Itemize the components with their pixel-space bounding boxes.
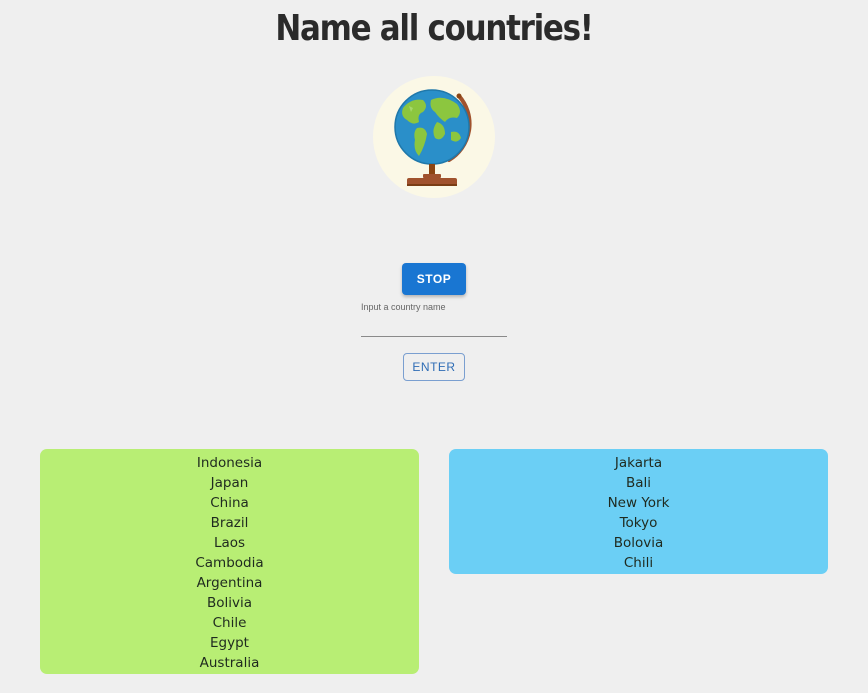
list-item: Brazil xyxy=(210,515,249,531)
list-item: Laos xyxy=(213,535,246,551)
globe-illustration xyxy=(373,76,495,198)
list-item: China xyxy=(210,495,249,511)
list-item: Jakarta xyxy=(614,455,663,471)
list-item: Australia xyxy=(199,655,260,671)
stop-button[interactable]: STOP xyxy=(402,263,466,295)
list-item: Chili xyxy=(623,555,654,571)
list-item: Bolovia xyxy=(613,535,664,551)
list-item: Argentina xyxy=(196,575,263,591)
correct-countries-list: Indonesia Japan China Brazil Laos Cambodia Arg… xyxy=(40,449,419,674)
country-input[interactable] xyxy=(361,316,507,337)
incorrect-answers-list: Jakarta Bali New York Tokyo Bolovia Chili xyxy=(449,449,828,574)
country-input-label: Input a country name xyxy=(361,302,446,312)
page-title: Name all countries! xyxy=(275,8,593,49)
list-item: Chile xyxy=(212,615,247,631)
globe-icon xyxy=(394,89,472,186)
enter-button[interactable]: ENTER xyxy=(403,353,465,381)
list-item: Tokyo xyxy=(619,515,658,531)
list-item: New York xyxy=(607,495,670,511)
list-item: Indonesia xyxy=(196,455,263,471)
list-item: Japan xyxy=(210,475,249,491)
list-item: Bali xyxy=(625,475,652,491)
list-item: Egypt xyxy=(210,635,249,651)
list-item: Bolivia xyxy=(206,595,253,611)
list-item: Cambodia xyxy=(195,555,264,571)
